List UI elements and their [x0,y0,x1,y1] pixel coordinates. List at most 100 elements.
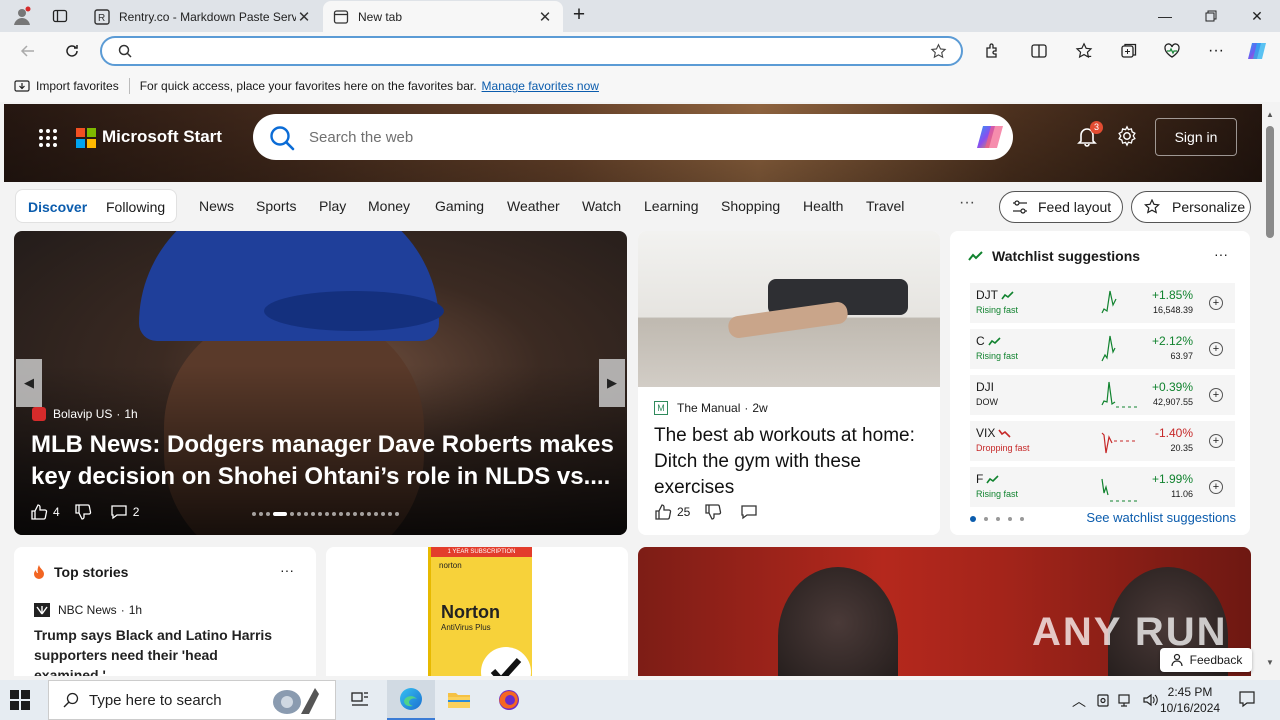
hero-headline[interactable]: MLB News: Dodgers manager Dave Roberts m… [31,429,616,493]
taskbar-search-box[interactable]: Type here to search [48,680,336,720]
close-tab-icon[interactable]: ✕ [537,9,553,26]
personalize-label: Personalize [1172,199,1246,215]
nav-sports[interactable]: Sports [256,198,296,214]
gear-icon[interactable] [1116,125,1138,147]
manage-favorites-link[interactable]: Manage favorites now [482,79,599,93]
feedback-button[interactable]: Feedback [1160,648,1252,672]
watchlist-row[interactable]: VIX Dropping fast -1.40% 20.35 + [970,421,1235,461]
back-button[interactable] [14,37,42,65]
watchlist-more-button[interactable]: ··· [1214,246,1228,262]
watchlist-pager[interactable] [970,516,1024,522]
split-screen-icon[interactable] [1025,37,1053,65]
hero-article-card[interactable]: ◀ ▶ Bolavip US · 1h MLB News: Dodgers ma… [14,231,627,535]
notifications-button[interactable]: 3 [1075,121,1103,148]
comment-icon[interactable] [110,503,128,521]
nav-money[interactable]: Money [368,198,410,214]
import-favorites-button[interactable]: Import favorites [14,79,119,93]
carousel-prev-button[interactable]: ◀ [16,359,42,407]
firefox-taskbar-button[interactable] [485,680,533,720]
app-launcher-icon[interactable] [38,128,58,148]
brand-title[interactable]: Microsoft Start [102,127,222,147]
symbol-label: C [976,334,985,348]
copilot-icon[interactable] [1243,37,1271,65]
story-headline[interactable]: Trump says Black and Latino Harris suppo… [34,625,304,676]
article-title[interactable]: The best ab workouts at home: Ditch the … [654,423,924,501]
top-stories-more-button[interactable]: ··· [280,562,294,578]
scroll-down-arrow-icon[interactable]: ▼ [1266,658,1274,667]
scroll-up-arrow-icon[interactable]: ▲ [1266,110,1274,119]
watchlist-row[interactable]: F Rising fast +1.99% 11.06 + [970,467,1235,507]
feed-layout-button[interactable]: Feed layout [999,191,1123,223]
show-hidden-icons-button[interactable]: ︿ [1072,691,1086,711]
watchlist-row[interactable]: DJT Rising fast +1.85% 16,548.39 + [970,283,1235,323]
address-input[interactable] [140,42,920,60]
tab-discover[interactable]: Discover [28,199,87,215]
favorite-star-icon[interactable] [930,43,947,60]
thumbs-down-icon[interactable] [704,503,722,521]
volume-icon[interactable] [1142,692,1158,708]
scrollbar-thumb[interactable] [1266,126,1274,238]
refresh-button[interactable] [58,37,86,65]
minimize-button[interactable]: — [1142,0,1188,32]
watchlist-row[interactable]: C Rising fast +2.12% 63.97 + [970,329,1235,369]
extensions-icon[interactable] [978,37,1006,65]
comment-icon[interactable] [740,503,758,521]
thumbs-up-icon[interactable] [30,503,48,521]
add-to-watchlist-button[interactable]: + [1209,296,1223,310]
nav-watch[interactable]: Watch [582,198,621,214]
search-placeholder: Search the web [309,129,414,146]
add-to-watchlist-button[interactable]: + [1209,342,1223,356]
task-view-button[interactable] [336,680,384,720]
thumbs-down-icon[interactable] [74,503,92,521]
notification-center-icon[interactable] [1238,690,1256,708]
ad-brand: Norton [441,602,500,622]
nav-weather[interactable]: Weather [507,198,560,214]
clock-date: 10/16/2024 [1160,701,1221,715]
add-to-watchlist-button[interactable]: + [1209,388,1223,402]
file-explorer-taskbar-button[interactable] [435,680,483,720]
restore-button[interactable] [1188,0,1234,32]
nav-shopping[interactable]: Shopping [721,198,780,214]
nav-news[interactable]: News [199,198,234,214]
thumbs-up-icon[interactable] [654,503,672,521]
nav-more-button[interactable]: ··· [959,194,975,212]
close-tab-icon[interactable]: ✕ [296,9,312,26]
browser-essentials-icon[interactable] [1158,37,1186,65]
close-window-button[interactable]: ✕ [1234,0,1280,32]
favorites-icon[interactable] [1070,37,1098,65]
article-card[interactable]: M The Manual · 2w The best ab workouts a… [638,231,940,535]
profile-icon[interactable] [10,4,34,28]
system-clock[interactable]: 2:45 PM 10/16/2024 [1160,684,1220,716]
nav-learning[interactable]: Learning [644,198,699,214]
tab-new-tab[interactable]: New tab ✕ [323,1,563,32]
nav-health[interactable]: Health [803,198,843,214]
address-bar[interactable] [100,36,963,66]
tab-actions-icon[interactable] [48,4,72,28]
page-scrollbar[interactable]: ▲ ▼ [1262,104,1280,676]
copilot-icon[interactable] [975,123,1005,151]
windows-start-icon[interactable] [10,690,30,710]
edge-taskbar-button[interactable] [387,680,435,720]
security-icon[interactable] [1096,692,1110,708]
collections-icon[interactable] [1115,37,1143,65]
norton-ad-card[interactable]: 1 YEAR SUBSCRIPTION norton Norton AntiVi… [326,547,628,676]
settings-more-icon[interactable]: ··· [1202,37,1230,65]
carousel-indicator [252,512,399,516]
watchlist-row[interactable]: DJI DOW +0.39% 42,907.55 + [970,375,1235,415]
top-stories-title: Top stories [54,564,129,580]
new-tab-button[interactable]: + [566,4,592,28]
tab-rentry[interactable]: R Rentry.co - Markdown Paste Serv ✕ [84,1,322,32]
nbc-logo-icon [34,603,50,617]
nav-play[interactable]: Play [319,198,346,214]
network-icon[interactable] [1118,692,1134,708]
web-search-box[interactable]: Search the web [253,114,1013,160]
nav-gaming[interactable]: Gaming [435,198,484,214]
add-to-watchlist-button[interactable]: + [1209,434,1223,448]
carousel-next-button[interactable]: ▶ [599,359,625,407]
personalize-button[interactable]: Personalize [1131,191,1251,223]
add-to-watchlist-button[interactable]: + [1209,480,1223,494]
see-watchlist-link[interactable]: See watchlist suggestions [1086,510,1236,525]
sign-in-button[interactable]: Sign in [1155,118,1237,156]
nav-travel[interactable]: Travel [866,198,904,214]
tab-following[interactable]: Following [106,199,165,215]
